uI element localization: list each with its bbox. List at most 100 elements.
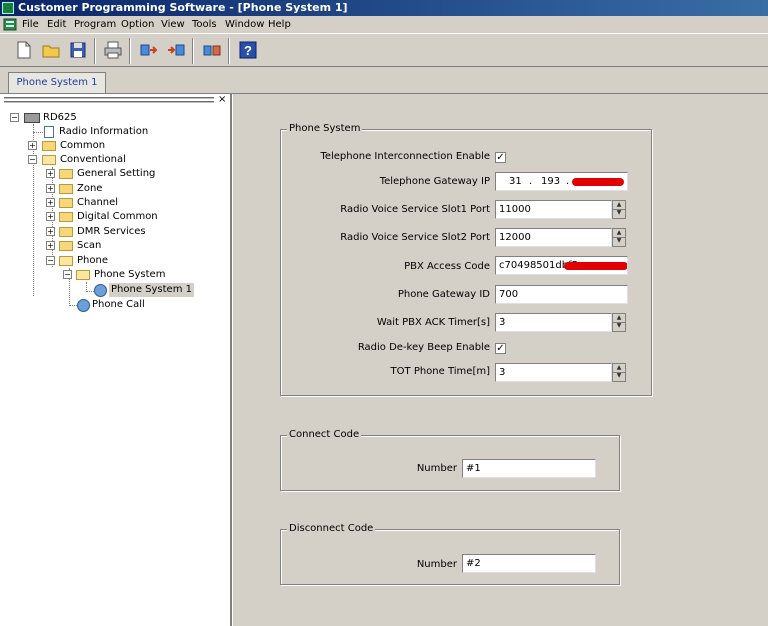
wait-pbx-ack-spinner[interactable]: ▲ ▼ <box>612 313 626 332</box>
print-icon <box>104 41 122 59</box>
toolbar-separator <box>192 38 194 64</box>
new-file-icon <box>17 41 31 59</box>
phone-gateway-id-label: Phone Gateway ID <box>397 289 490 300</box>
tot-phone-time-spinner[interactable]: ▲ ▼ <box>612 363 626 382</box>
menu-program[interactable]: Program <box>74 16 116 33</box>
menu-option[interactable]: Option <box>121 16 154 33</box>
tree-item-label: Phone System <box>94 269 166 280</box>
group-title: Connect Code <box>287 429 362 441</box>
menu-help[interactable]: Help <box>268 16 291 33</box>
print-button[interactable] <box>101 39 125 61</box>
tree-connector <box>69 305 77 306</box>
check-mark: ✓ <box>496 152 505 163</box>
app-icon <box>2 2 14 14</box>
folder-icon <box>59 241 73 251</box>
tree-item-label: Common <box>60 140 106 151</box>
slot1-port-spinner[interactable]: ▲ ▼ <box>612 200 626 219</box>
menu-file[interactable]: File <box>22 16 39 33</box>
wait-pbx-ack-input[interactable]: 3 <box>495 313 612 332</box>
toolbar-separator <box>94 38 96 64</box>
collapse-icon[interactable]: − <box>10 113 19 122</box>
document-icon <box>44 126 54 138</box>
expand-icon[interactable]: + <box>46 241 55 250</box>
menu-view[interactable]: View <box>161 16 185 33</box>
spin-down-icon[interactable]: ▼ <box>613 237 625 245</box>
tel-interconnect-label: Telephone Interconnection Enable <box>320 151 490 162</box>
save-icon <box>70 42 86 58</box>
ip-octet-2: 193 <box>541 176 561 187</box>
write-radio-button[interactable] <box>164 39 188 61</box>
redaction-mark <box>564 262 627 270</box>
tree-item-label: Scan <box>77 240 102 251</box>
open-folder-icon <box>42 45 60 58</box>
open-folder-icon <box>59 256 73 266</box>
content-pane: Phone System Telephone Interconnection E… <box>232 94 768 626</box>
ip-dot: . <box>529 176 533 187</box>
save-button[interactable] <box>66 39 90 61</box>
tab-phone-system-1[interactable]: Phone System 1 <box>8 72 106 93</box>
collapse-icon[interactable]: − <box>46 256 55 265</box>
folder-icon <box>59 212 73 222</box>
phone-gateway-id-input[interactable]: 700 <box>495 285 628 304</box>
menu-edit[interactable]: Edit <box>47 16 66 33</box>
help-glyph: ? <box>244 43 252 58</box>
folder-icon <box>59 169 73 179</box>
slot2-port-spinner[interactable]: ▲ ▼ <box>612 228 626 247</box>
dekey-beep-checkbox[interactable]: ✓ <box>495 343 506 354</box>
folder-icon <box>59 227 73 237</box>
tot-phone-time-input[interactable]: 3 <box>495 363 612 382</box>
gateway-ip-label: Telephone Gateway IP <box>379 176 490 187</box>
spin-down-icon[interactable]: ▼ <box>613 322 625 330</box>
window-titlebar[interactable]: Customer Programming Software - [Phone S… <box>0 0 768 16</box>
clone-button[interactable] <box>200 39 224 61</box>
tree-connector <box>86 291 94 292</box>
phone-system-group: Phone System Telephone Interconnection E… <box>280 123 652 396</box>
expand-icon[interactable]: + <box>46 212 55 221</box>
group-title: Phone System <box>287 123 363 135</box>
tree-item-label: RD625 <box>43 112 77 123</box>
collapse-icon[interactable]: − <box>63 270 72 279</box>
folder-icon <box>59 198 73 208</box>
spin-down-icon[interactable]: ▼ <box>613 209 625 217</box>
expand-icon[interactable]: + <box>46 227 55 236</box>
wait-pbx-ack-label: Wait PBX ACK Timer[s] <box>376 317 490 328</box>
gateway-ip-field[interactable]: 31 . 193 . <box>495 172 628 191</box>
navigation-tree-pane: × − RD625 Radio Information + Common − C… <box>0 94 232 626</box>
window-title: Customer Programming Software - [Phone S… <box>18 1 348 14</box>
toolbar-separator <box>129 38 131 64</box>
expand-icon[interactable]: + <box>46 169 55 178</box>
read-radio-button[interactable] <box>137 39 161 61</box>
expand-icon[interactable]: + <box>46 184 55 193</box>
slot1-port-input[interactable]: 11000 <box>495 200 612 219</box>
document-tabstrip: Phone System 1 <box>0 67 768 94</box>
clone-icon <box>203 45 221 56</box>
expand-icon[interactable]: + <box>46 198 55 207</box>
collapse-icon[interactable]: − <box>28 155 37 164</box>
expand-icon[interactable]: + <box>28 141 37 150</box>
pane-grip[interactable] <box>4 97 214 103</box>
spin-down-icon[interactable]: ▼ <box>613 372 625 380</box>
document-menu-icon[interactable] <box>3 18 17 31</box>
read-radio-icon <box>140 44 158 56</box>
connect-number-input[interactable]: #1 <box>462 459 596 478</box>
disconnect-number-input[interactable]: #2 <box>462 554 596 573</box>
slot2-port-label: Radio Voice Service Slot2 Port <box>340 232 490 243</box>
ip-dot: . <box>566 176 570 187</box>
tel-interconnect-checkbox[interactable]: ✓ <box>495 152 506 163</box>
new-button[interactable] <box>12 39 36 61</box>
close-pane-icon[interactable]: × <box>218 95 226 105</box>
connect-number-label: Number <box>416 463 457 474</box>
tree-item-label: Phone Call <box>92 299 145 310</box>
menu-window[interactable]: Window <box>225 16 264 33</box>
pbx-access-code-input[interactable]: c70498501dbf5 <box>495 256 628 275</box>
tree-item-label: Zone <box>77 183 103 194</box>
menu-tools[interactable]: Tools <box>192 16 217 33</box>
help-button[interactable]: ? <box>236 39 260 61</box>
open-button[interactable] <box>39 39 63 61</box>
tree-item-label: Channel <box>77 197 119 208</box>
slot2-port-input[interactable]: 12000 <box>495 228 612 247</box>
folder-icon <box>42 141 56 151</box>
dekey-beep-label: Radio De-key Beep Enable <box>357 342 490 353</box>
toolbar: ? <box>0 33 768 67</box>
redaction-mark <box>572 178 624 186</box>
